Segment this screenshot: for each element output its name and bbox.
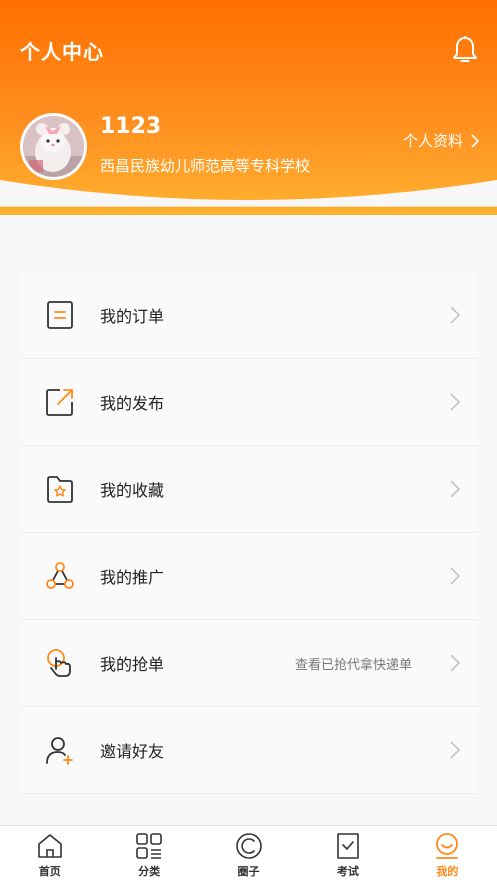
menu-item-label: 我的订单 xyxy=(100,307,165,326)
menu-item-label: 邀请好友 xyxy=(100,742,165,761)
tab-circle[interactable]: 圈子 xyxy=(199,826,298,883)
menu-item-label: 我的推广 xyxy=(100,568,165,587)
add-user-icon xyxy=(46,737,73,765)
avatar[interactable] xyxy=(20,113,87,180)
page-title: 个人中心 xyxy=(20,40,104,64)
tab-home[interactable]: 首页 xyxy=(0,826,99,883)
tap-hand-icon xyxy=(47,649,71,677)
grab-orders-hint: 查看已抢代拿快递单 xyxy=(294,657,412,673)
menu-item-invite-friends[interactable]: 邀请好友 xyxy=(22,707,478,794)
circle-icon xyxy=(235,833,262,859)
menu-item-my-grabbed-orders[interactable]: 我的抢单 查看已抢代拿快递单 xyxy=(22,620,478,707)
share-network-icon xyxy=(46,562,74,589)
chevron-right-icon xyxy=(450,306,460,324)
menu-list: 我的订单 我的发布 我的收藏 我的推广 我的抢单 查看已抢代拿快递单 邀请好友 xyxy=(22,272,478,794)
tab-label: 考试 xyxy=(336,865,359,878)
menu-item-my-favorites[interactable]: 我的收藏 xyxy=(22,446,478,533)
header-curve xyxy=(0,180,497,207)
chevron-right-icon xyxy=(450,654,460,672)
category-grid-icon xyxy=(136,833,162,859)
profile-info-label: 个人资料 xyxy=(402,132,463,150)
profile-info-link[interactable]: 个人资料 xyxy=(403,130,479,151)
profile-smile-icon xyxy=(436,833,459,859)
home-icon xyxy=(37,834,62,858)
menu-item-my-orders[interactable]: 我的订单 xyxy=(22,272,478,359)
tab-label: 圈子 xyxy=(237,865,260,878)
menu-item-label: 我的发布 xyxy=(100,394,165,413)
chevron-right-icon xyxy=(471,133,479,148)
menu-item-my-posts[interactable]: 我的发布 xyxy=(22,359,478,446)
username: 1123 xyxy=(100,114,162,139)
tab-label: 分类 xyxy=(138,865,161,878)
tab-category[interactable]: 分类 xyxy=(99,826,198,883)
chevron-right-icon xyxy=(450,393,460,411)
chevron-right-icon xyxy=(450,480,460,498)
order-icon xyxy=(47,301,73,329)
favorite-folder-icon xyxy=(47,476,73,503)
chevron-right-icon xyxy=(450,741,460,759)
menu-item-label: 我的抢单 xyxy=(100,655,165,674)
tab-me[interactable]: 我的 xyxy=(398,826,497,883)
publish-icon xyxy=(46,389,73,416)
avatar-image xyxy=(23,116,84,177)
menu-item-my-promotion[interactable]: 我的推广 xyxy=(22,533,478,620)
menu-item-label: 我的收藏 xyxy=(100,481,165,500)
tab-label: 首页 xyxy=(38,865,61,878)
tab-exam[interactable]: 考试 xyxy=(298,826,397,883)
bottom-tab-bar: 首页 分类 圈子 考试 我的 xyxy=(0,825,497,883)
chevron-right-icon xyxy=(450,567,460,585)
tab-label: 我的 xyxy=(436,865,459,878)
school-name: 西昌民族幼儿师范高等专科学校 xyxy=(100,157,311,175)
exam-icon xyxy=(337,833,359,859)
bell-icon[interactable] xyxy=(451,35,479,65)
